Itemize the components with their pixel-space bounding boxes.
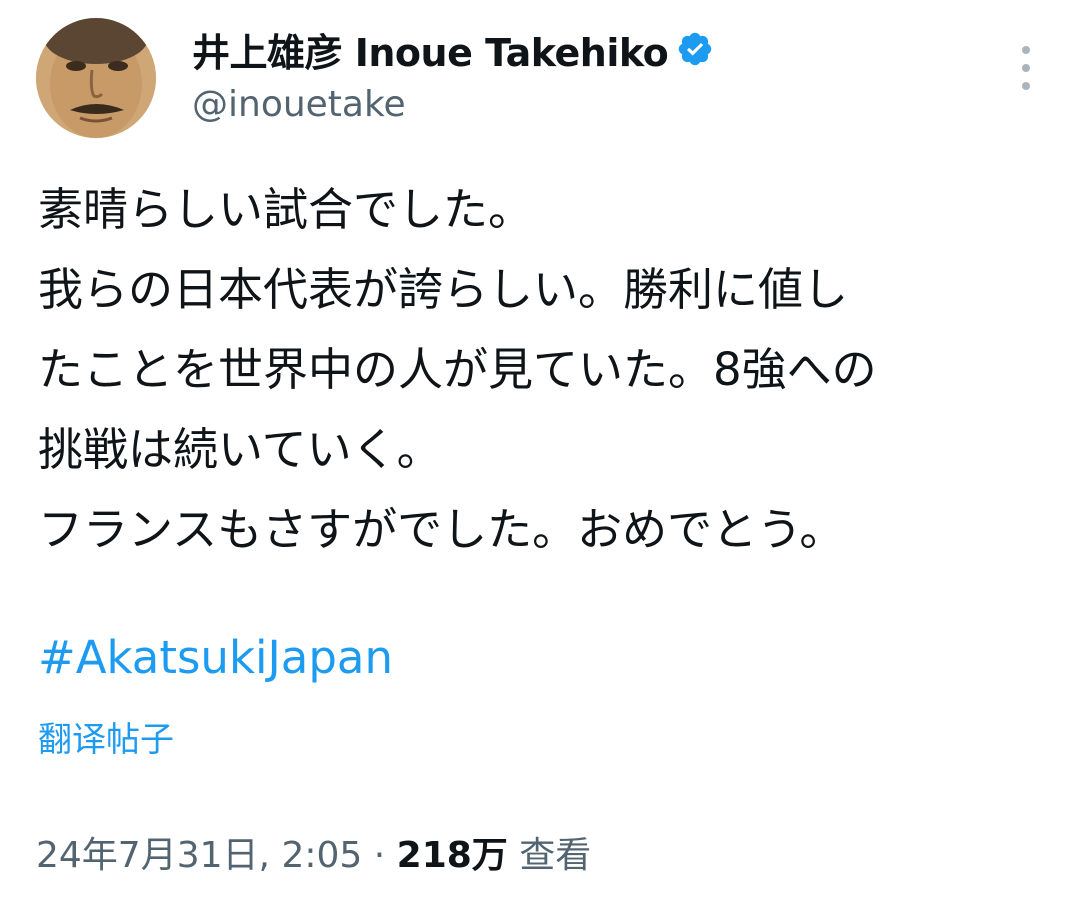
tweet-text-line: 我らの日本代表が誇らしい。勝利に値し	[38, 263, 849, 316]
more-vertical-icon	[1022, 46, 1030, 54]
tweet-meta: 24年7月31日, 2:05 · 218万 查看	[36, 826, 591, 886]
views-label: 查看	[519, 835, 592, 876]
author-handle[interactable]: @inouetake	[192, 84, 714, 125]
translate-post-link[interactable]: 翻译帖子	[38, 712, 174, 768]
display-name[interactable]: 井上雄彦 Inoue Takehiko	[192, 22, 669, 77]
post-time[interactable]: 2:05	[281, 835, 362, 876]
more-vertical-icon-dot	[1022, 82, 1030, 90]
date-comma: ,	[258, 835, 270, 876]
verified-badge-icon	[676, 30, 714, 68]
display-name-row: 井上雄彦 Inoue Takehiko	[192, 22, 714, 77]
tweet-text: 素晴らしい試合でした。 我らの日本代表が誇らしい。勝利に値し たことを世界中の人…	[38, 170, 1048, 570]
author-info: 井上雄彦 Inoue Takehiko @inouetake	[192, 24, 714, 125]
hashtag-link[interactable]: #AkatsukiJapan	[38, 618, 393, 698]
views-count: 218万	[396, 835, 508, 876]
more-options-button[interactable]	[1012, 46, 1040, 90]
post-date[interactable]: 24年7月31日	[36, 835, 259, 876]
more-vertical-icon-dot	[1022, 64, 1030, 72]
avatar-image	[36, 18, 156, 138]
tweet-text-line: 挑戦は続いていく。	[38, 423, 442, 476]
avatar[interactable]	[36, 18, 156, 138]
tweet-text-line: フランスもさすがでした。おめでとう。	[38, 503, 845, 556]
tweet-text-line: たことを世界中の人が見ていた。8強への	[38, 343, 877, 396]
tweet-text-line: 素晴らしい試合でした。	[38, 183, 534, 236]
meta-separator: ·	[373, 835, 386, 876]
tweet-header: 井上雄彦 Inoue Takehiko @inouetake	[36, 18, 1044, 138]
